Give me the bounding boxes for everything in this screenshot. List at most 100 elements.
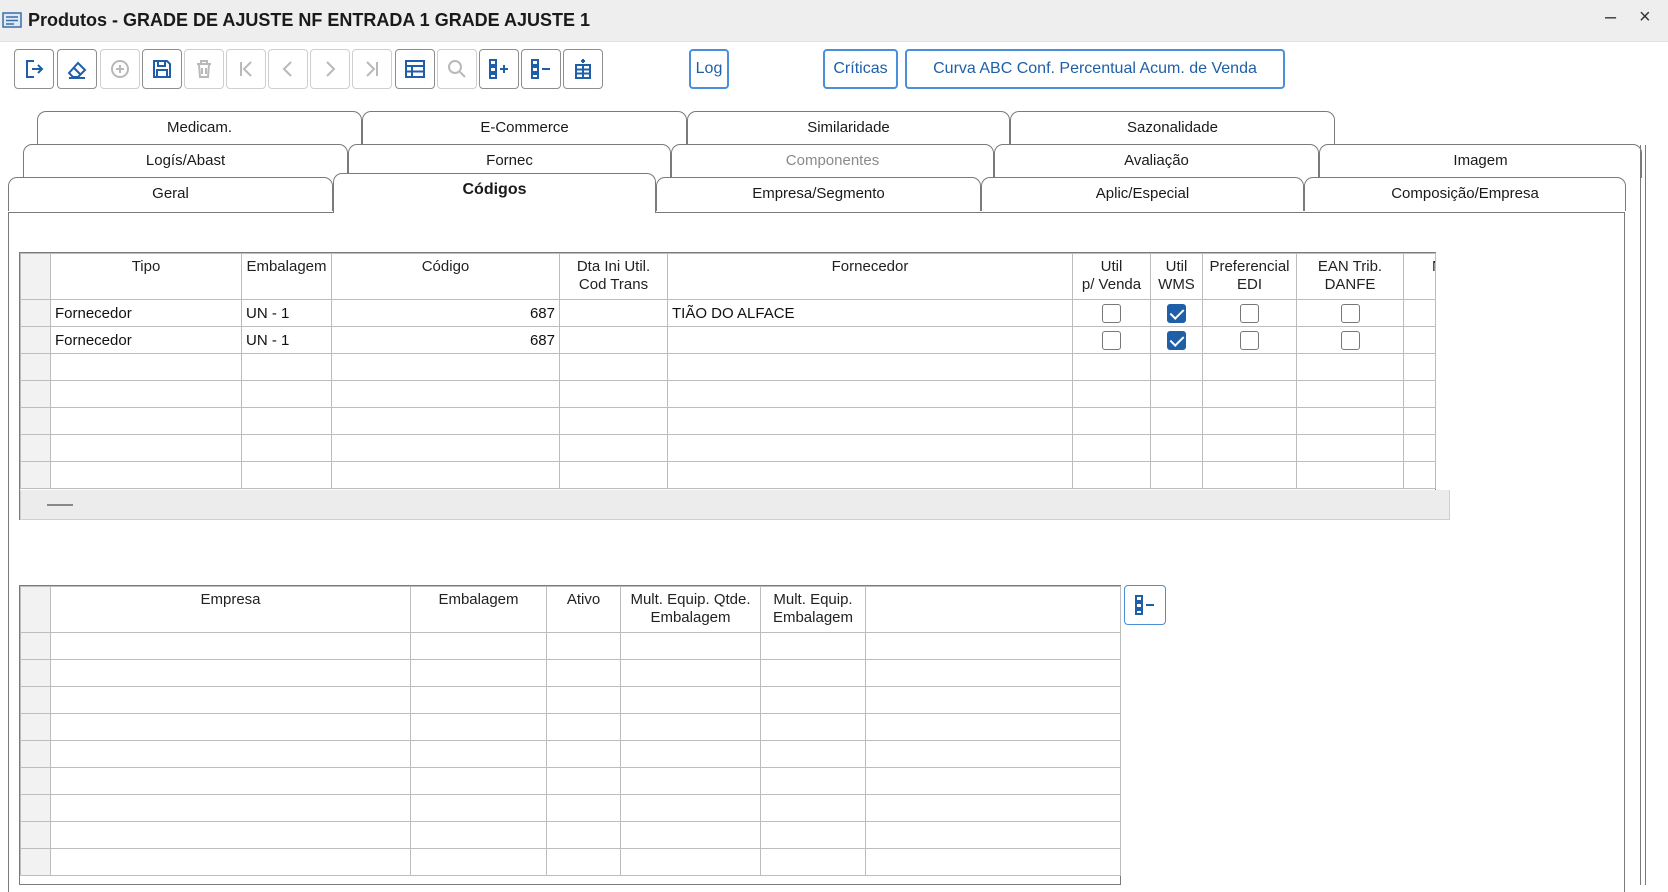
search-button[interactable] bbox=[437, 49, 477, 89]
row-header[interactable] bbox=[20, 299, 51, 327]
column-header-tipo[interactable]: Tipo bbox=[50, 253, 242, 300]
util-wms-checkbox[interactable] bbox=[1167, 330, 1186, 350]
remove-row-button[interactable] bbox=[521, 49, 561, 89]
table-row-empty[interactable] bbox=[20, 713, 1121, 741]
tab-geral[interactable]: Geral bbox=[8, 177, 333, 211]
add-button[interactable] bbox=[100, 49, 140, 89]
column-header-next[interactable]: N bbox=[1403, 253, 1436, 300]
util-wms-checkbox[interactable] bbox=[1167, 303, 1186, 323]
cell-fornecedor[interactable]: TIÃO DO ALFACE bbox=[667, 299, 1073, 327]
minimize-button[interactable]: – bbox=[1605, 6, 1616, 29]
log-button[interactable]: Log bbox=[689, 49, 729, 89]
row-header[interactable] bbox=[20, 848, 51, 876]
cell-fornecedor[interactable] bbox=[667, 326, 1073, 354]
preferencial-edi-checkbox[interactable] bbox=[1240, 303, 1259, 323]
company-remove-row-button[interactable] bbox=[1124, 585, 1166, 625]
table-row-empty[interactable] bbox=[20, 767, 1121, 795]
util-venda-checkbox[interactable] bbox=[1102, 303, 1121, 323]
column-header-embalagem[interactable]: Embalagem bbox=[410, 586, 547, 633]
table-row[interactable]: Fornecedor UN - 1 687 bbox=[20, 326, 1436, 354]
grid-splitter-handle[interactable] bbox=[47, 504, 73, 506]
row-header[interactable] bbox=[20, 632, 51, 660]
cell-dta-ini[interactable] bbox=[559, 326, 668, 354]
column-header-util-venda[interactable]: Util p/ Venda bbox=[1072, 253, 1151, 300]
exit-button[interactable] bbox=[14, 49, 54, 89]
cell-embalagem[interactable]: UN - 1 bbox=[241, 326, 332, 354]
tab-similaridade[interactable]: Similaridade bbox=[687, 111, 1010, 145]
tab-ecommerce[interactable]: E-Commerce bbox=[362, 111, 687, 145]
insert-row-button[interactable] bbox=[563, 49, 603, 89]
row-header[interactable] bbox=[20, 659, 51, 687]
table-row-empty[interactable] bbox=[20, 407, 1436, 435]
clear-button[interactable] bbox=[57, 49, 97, 89]
column-header-fornecedor[interactable]: Fornecedor bbox=[667, 253, 1073, 300]
row-header[interactable] bbox=[20, 407, 51, 435]
tab-imagem[interactable]: Imagem bbox=[1319, 144, 1642, 178]
column-header-empresa[interactable]: Empresa bbox=[50, 586, 411, 633]
tab-componentes[interactable]: Componentes bbox=[671, 144, 994, 178]
column-header-embalagem[interactable]: Embalagem bbox=[241, 253, 332, 300]
column-header-preferencial-edi[interactable]: Preferencial EDI bbox=[1202, 253, 1297, 300]
cell-next[interactable] bbox=[1403, 326, 1436, 354]
table-row-empty[interactable] bbox=[20, 353, 1436, 381]
row-header[interactable] bbox=[20, 434, 51, 462]
preferencial-edi-checkbox[interactable] bbox=[1240, 330, 1259, 350]
column-header-mult-equip-emb[interactable]: Mult. Equip. Embalagem bbox=[760, 586, 866, 633]
cell-codigo[interactable]: 687 bbox=[331, 326, 560, 354]
table-row-empty[interactable] bbox=[20, 686, 1121, 714]
curva-abc-button[interactable]: Curva ABC Conf. Percentual Acum. de Vend… bbox=[905, 49, 1285, 89]
column-header-dta-ini[interactable]: Dta Ini Util. Cod Trans bbox=[559, 253, 668, 300]
next-record-button[interactable] bbox=[310, 49, 350, 89]
tab-logis-abast[interactable]: Logís/Abast bbox=[23, 144, 348, 178]
row-header[interactable] bbox=[20, 713, 51, 741]
first-record-button[interactable] bbox=[226, 49, 266, 89]
column-header-mult-equip-qtde[interactable]: Mult. Equip. Qtde. Embalagem bbox=[620, 586, 761, 633]
column-header-codigo[interactable]: Código bbox=[331, 253, 560, 300]
ean-danfe-checkbox[interactable] bbox=[1340, 303, 1360, 323]
cell-tipo[interactable]: Fornecedor bbox=[50, 326, 242, 354]
table-row-empty[interactable] bbox=[20, 461, 1436, 489]
tab-sazonalidade[interactable]: Sazonalidade bbox=[1010, 111, 1335, 145]
cell-tipo[interactable]: Fornecedor bbox=[50, 299, 242, 327]
cell-next[interactable] bbox=[1403, 299, 1436, 327]
tab-codigos[interactable]: Códigos bbox=[333, 173, 656, 213]
table-row-empty[interactable] bbox=[20, 659, 1121, 687]
column-header-ativo[interactable]: Ativo bbox=[546, 586, 621, 633]
row-header[interactable] bbox=[20, 821, 51, 849]
close-button[interactable]: × bbox=[1639, 6, 1651, 29]
column-header-util-wms[interactable]: Util WMS bbox=[1150, 253, 1203, 300]
row-header[interactable] bbox=[20, 740, 51, 768]
row-header[interactable] bbox=[20, 794, 51, 822]
tab-aplic-especial[interactable]: Aplic/Especial bbox=[981, 177, 1304, 211]
table-row-empty[interactable] bbox=[20, 794, 1121, 822]
last-record-button[interactable] bbox=[352, 49, 392, 89]
tab-empresa-segmento[interactable]: Empresa/Segmento bbox=[656, 177, 981, 211]
table-row-empty[interactable] bbox=[20, 380, 1436, 408]
cell-dta-ini[interactable] bbox=[559, 299, 668, 327]
column-header-ean-danfe[interactable]: EAN Trib. DANFE bbox=[1296, 253, 1404, 300]
tab-composicao-empresa[interactable]: Composição/Empresa bbox=[1304, 177, 1626, 211]
criticas-button[interactable]: Críticas bbox=[823, 49, 898, 89]
row-header[interactable] bbox=[20, 686, 51, 714]
table-row-empty[interactable] bbox=[20, 434, 1436, 462]
row-header[interactable] bbox=[20, 767, 51, 795]
add-row-button[interactable] bbox=[479, 49, 519, 89]
row-header[interactable] bbox=[20, 326, 51, 354]
tab-avaliacao[interactable]: Avaliação bbox=[994, 144, 1319, 178]
previous-record-button[interactable] bbox=[268, 49, 308, 89]
table-row-empty[interactable] bbox=[20, 740, 1121, 768]
row-header[interactable] bbox=[20, 353, 51, 381]
save-button[interactable] bbox=[142, 49, 182, 89]
table-row-empty[interactable] bbox=[20, 632, 1121, 660]
ean-danfe-checkbox[interactable] bbox=[1340, 330, 1360, 350]
cell-embalagem[interactable]: UN - 1 bbox=[241, 299, 332, 327]
tab-medicam[interactable]: Medicam. bbox=[37, 111, 362, 145]
util-venda-checkbox[interactable] bbox=[1102, 330, 1121, 350]
cell-codigo[interactable]: 687 bbox=[331, 299, 560, 327]
table-row-empty[interactable] bbox=[20, 821, 1121, 849]
row-header[interactable] bbox=[20, 461, 51, 489]
table-row[interactable]: Fornecedor UN - 1 687 TIÃO DO ALFACE bbox=[20, 299, 1436, 327]
row-header[interactable] bbox=[20, 380, 51, 408]
grid-view-button[interactable] bbox=[395, 49, 435, 89]
delete-button[interactable] bbox=[184, 49, 224, 89]
